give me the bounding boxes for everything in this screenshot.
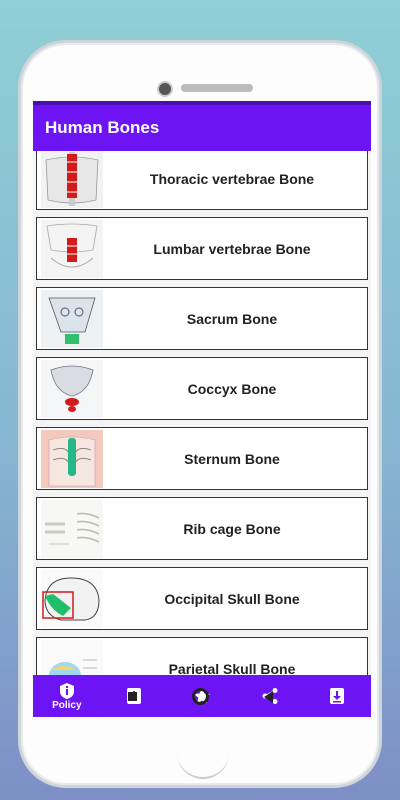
system-navigation	[0, 688, 400, 705]
rib-cage-image	[41, 499, 103, 558]
bone-list[interactable]: Thoracic vertebrae Bone Lumbar vertebrae…	[33, 151, 371, 675]
list-item-label: Occipital Skull Bone	[164, 590, 300, 607]
lumbar-spine-image	[41, 219, 103, 278]
list-item[interactable]: Sacrum Bone	[36, 287, 368, 350]
front-camera	[157, 81, 173, 97]
list-item[interactable]: Occipital Skull Bone	[36, 567, 368, 630]
list-item-label: Lumbar vertebrae Bone	[153, 240, 311, 257]
list-item-label: Sacrum Bone	[186, 310, 278, 327]
coccyx-image	[41, 359, 103, 418]
list-item[interactable]: Parietal Skull Bone	[36, 637, 368, 675]
list-item[interactable]: Coccyx Bone	[36, 357, 368, 420]
earpiece-speaker	[181, 84, 253, 92]
list-item-label: Parietal Skull Bone	[168, 660, 296, 676]
home-icon[interactable]	[191, 688, 209, 705]
app-title: Human Bones	[45, 118, 160, 137]
home-indicator-curve	[177, 751, 229, 779]
list-item[interactable]: Lumbar vertebrae Bone	[36, 217, 368, 280]
list-item-label: Coccyx Bone	[187, 380, 277, 397]
occipital-skull-image	[41, 569, 103, 628]
list-item-label: Rib cage Bone	[183, 520, 281, 537]
recents-icon[interactable]	[127, 692, 137, 701]
sternum-image	[41, 429, 103, 488]
sacrum-image	[41, 289, 103, 348]
list-item[interactable]: Thoracic vertebrae Bone	[36, 151, 368, 210]
app-bar: Human Bones	[33, 101, 371, 151]
list-item-label: Sternum Bone	[184, 450, 280, 467]
list-item[interactable]: Rib cage Bone	[36, 497, 368, 560]
back-icon[interactable]	[263, 690, 273, 703]
list-item[interactable]: Sternum Bone	[36, 427, 368, 490]
list-item-label: Thoracic vertebrae Bone	[149, 170, 315, 187]
thoracic-spine-image	[41, 151, 103, 208]
parietal-skull-image	[41, 639, 103, 675]
app-screen: Human Bones Thoracic vertebrae Bone Lumb…	[33, 101, 371, 717]
